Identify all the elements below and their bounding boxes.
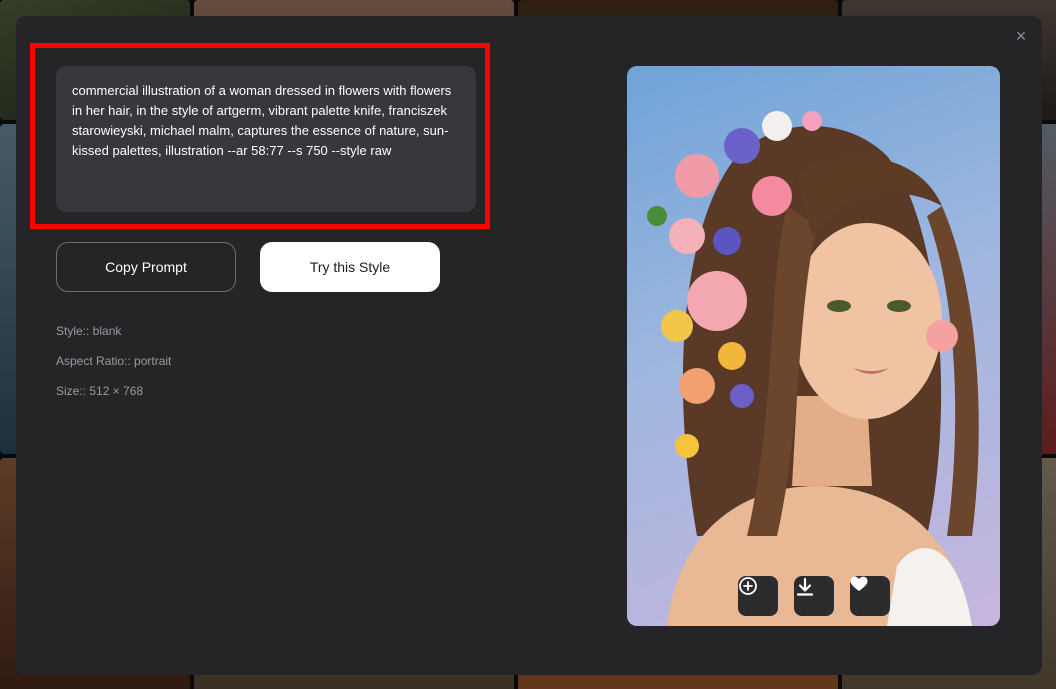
size-info: Size:: 512 × 768 (56, 384, 144, 398)
download-icon[interactable] (794, 576, 834, 616)
zoom-plus-icon[interactable] (738, 576, 778, 616)
image-detail-modal: × commercial illustration of a woman dre… (16, 16, 1042, 675)
woman-with-flowers-illustration (647, 111, 979, 626)
try-this-style-button[interactable]: Try this Style (260, 242, 440, 292)
close-icon[interactable]: × (1012, 27, 1030, 45)
prompt-text: commercial illustration of a woman dress… (56, 66, 476, 212)
aspect-ratio-info: Aspect Ratio:: portrait (56, 354, 172, 368)
copy-prompt-button[interactable]: Copy Prompt (56, 242, 236, 292)
generated-image (627, 66, 1000, 626)
style-info: Style:: blank (56, 324, 122, 338)
heart-icon[interactable] (850, 576, 890, 616)
